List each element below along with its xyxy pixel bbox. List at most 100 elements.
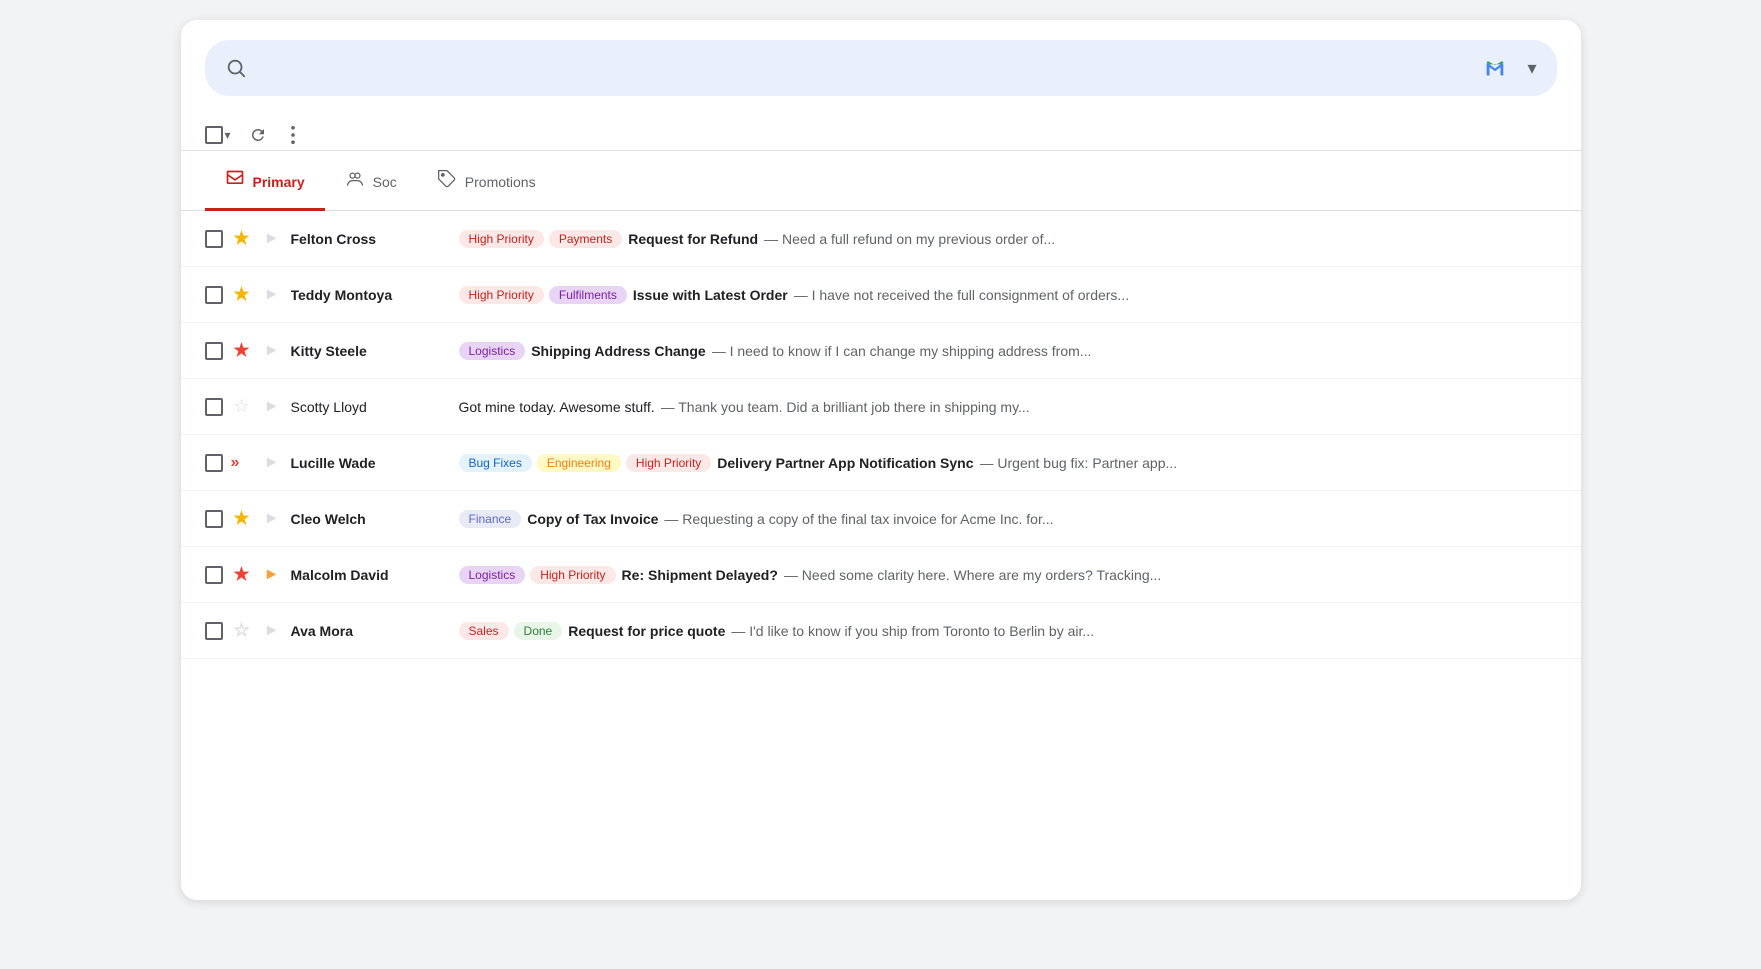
row-checkbox[interactable] <box>205 510 223 528</box>
refresh-button[interactable] <box>243 120 273 150</box>
email-preview: — Need some clarity here. Where are my o… <box>784 567 1557 583</box>
row-checkbox[interactable] <box>205 342 223 360</box>
sender-name: Felton Cross <box>291 231 451 247</box>
tab-promotions-label: Promotions <box>465 174 536 190</box>
star-icon[interactable]: ★ <box>231 340 253 361</box>
row-checkbox[interactable] <box>205 454 223 472</box>
email-tag[interactable]: High Priority <box>459 286 544 304</box>
email-content: Bug Fixes Engineering High Priority Deliver… <box>459 454 1557 472</box>
email-subject: Request for Refund <box>628 231 758 247</box>
email-tag[interactable]: Sales <box>459 622 509 640</box>
email-row[interactable]: ★ ► Kitty Steele Logistics Shipping Address … <box>181 323 1581 379</box>
email-content: LogisticsHigh PriorityRe: Shipment Delay… <box>459 566 1557 584</box>
forward-icon: ► <box>261 454 283 472</box>
email-preview: — Need a full refund on my previous orde… <box>764 231 1556 247</box>
email-content: High PriorityPaymentsRequest for Refund … <box>459 230 1557 248</box>
tabs: Primary Soc Promotions <box>181 155 1581 211</box>
email-subject: Copy of Tax Invoice <box>527 511 658 527</box>
email-tag[interactable]: High Priority <box>626 454 711 472</box>
star-icon[interactable]: ★ <box>231 564 253 585</box>
promotions-tab-icon <box>437 169 457 194</box>
star-icon[interactable]: ★ <box>231 228 253 249</box>
search-icon <box>225 57 247 79</box>
email-tag[interactable]: Bug Fixes <box>459 454 532 472</box>
forward-icon: ► <box>261 510 283 528</box>
email-row[interactable]: ★ ► Malcolm David LogisticsHigh PriorityRe:… <box>181 547 1581 603</box>
star-icon[interactable]: ☆ <box>231 396 253 417</box>
star-icon[interactable]: ★ <box>231 284 253 305</box>
email-preview: — I'd like to know if you ship from Toro… <box>731 623 1556 639</box>
email-tags: Logistics <box>459 342 526 360</box>
email-tags: LogisticsHigh Priority <box>459 566 616 584</box>
tab-social-label: Soc <box>373 174 397 190</box>
row-checkbox[interactable] <box>205 622 223 640</box>
email-preview: — I need to know if I can change my ship… <box>712 343 1557 359</box>
email-tag[interactable]: Logistics <box>459 342 526 360</box>
row-checkbox[interactable] <box>205 230 223 248</box>
forward-icon: ► <box>261 286 283 304</box>
email-preview: — I have not received the full consignme… <box>794 287 1557 303</box>
email-preview: — Requesting a copy of the final tax inv… <box>664 511 1556 527</box>
sender-name: Malcolm David <box>291 567 451 583</box>
email-row[interactable]: ★ ► Cleo Welch Finance Copy of Tax Invoice —… <box>181 491 1581 547</box>
row-checkbox[interactable] <box>205 566 223 584</box>
gmail-container: ▾ ▾ <box>181 20 1581 900</box>
email-tag[interactable]: Fulfilments <box>549 286 627 304</box>
email-content: Logistics Shipping Address Change — I nee… <box>459 342 1557 360</box>
forward-icon: ► <box>261 622 283 640</box>
gmail-brand <box>1481 57 1515 79</box>
email-row[interactable]: ★ ► Felton Cross High Priority Payments Reque… <box>181 211 1581 267</box>
tab-primary[interactable]: Primary <box>205 155 325 211</box>
tab-social[interactable]: Soc <box>325 155 417 211</box>
email-tags: Finance <box>459 510 522 528</box>
email-tag[interactable]: Payments <box>549 230 622 248</box>
sender-name: Scotty Lloyd <box>291 399 451 415</box>
sender-name: Ava Mora <box>291 623 451 639</box>
email-content: Got mine today. Awesome stuff. — Thank y… <box>459 399 1557 415</box>
email-tags: High Priority Payments <box>459 230 623 248</box>
search-bar[interactable]: ▾ <box>205 40 1557 96</box>
row-checkbox[interactable] <box>205 286 223 304</box>
toolbar-left: ▾ <box>205 120 1541 150</box>
star-icon[interactable]: ☆ <box>231 620 253 641</box>
star-icon[interactable]: ★ <box>231 508 253 529</box>
email-tag[interactable]: Engineering <box>537 454 621 472</box>
social-tab-icon <box>345 169 365 194</box>
email-content: High Priority Fulfilments Issue with Lates… <box>459 286 1557 304</box>
more-options-button[interactable] <box>285 120 301 150</box>
email-tag[interactable]: Finance <box>459 510 522 528</box>
email-tags: High Priority Fulfilments <box>459 286 627 304</box>
forward-icon: ► <box>261 230 283 248</box>
sender-name: Teddy Montoya <box>291 287 451 303</box>
email-tag[interactable]: High Priority <box>459 230 544 248</box>
forward-icon: ► <box>261 398 283 416</box>
email-subject: Issue with Latest Order <box>633 287 788 303</box>
email-row[interactable]: »►Lucille WadeBug FixesEngineeringHigh P… <box>181 435 1581 491</box>
star-icon[interactable]: » <box>231 454 253 472</box>
select-all-checkbox[interactable]: ▾ <box>205 126 231 144</box>
sender-name: Cleo Welch <box>291 511 451 527</box>
toolbar: ▾ <box>181 112 1581 151</box>
email-preview: — Urgent bug fix: Partner app... <box>980 455 1557 471</box>
forward-icon: ► <box>261 566 283 584</box>
tab-promotions[interactable]: Promotions <box>417 155 556 211</box>
select-dropdown-icon[interactable]: ▾ <box>225 128 231 142</box>
email-tag[interactable]: Done <box>514 622 563 640</box>
email-subject: Got mine today. Awesome stuff. <box>459 399 655 415</box>
email-subject: Delivery Partner App Notification Sync <box>717 455 973 471</box>
email-tag[interactable]: High Priority <box>530 566 615 584</box>
primary-tab-icon <box>225 169 245 194</box>
email-row[interactable]: ☆ ► Ava Mora Sales Done Request for price quo… <box>181 603 1581 659</box>
email-tag[interactable]: Logistics <box>459 566 526 584</box>
email-subject: Shipping Address Change <box>531 343 706 359</box>
email-subject: Request for price quote <box>568 623 725 639</box>
search-dropdown-icon[interactable]: ▾ <box>1527 58 1536 79</box>
row-checkbox[interactable] <box>205 398 223 416</box>
email-tags: Bug Fixes Engineering High Priority <box>459 454 712 472</box>
sender-name: Kitty Steele <box>291 343 451 359</box>
email-row[interactable]: ★ ► Teddy Montoya High Priority Fulfilments I… <box>181 267 1581 323</box>
email-row[interactable]: ☆ ► Scotty Lloyd Got mine today. Awesome st… <box>181 379 1581 435</box>
email-preview: — Thank you team. Did a brilliant job th… <box>661 399 1557 415</box>
email-list: ★ ► Felton Cross High Priority Payments Reque… <box>181 211 1581 659</box>
forward-icon: ► <box>261 342 283 360</box>
